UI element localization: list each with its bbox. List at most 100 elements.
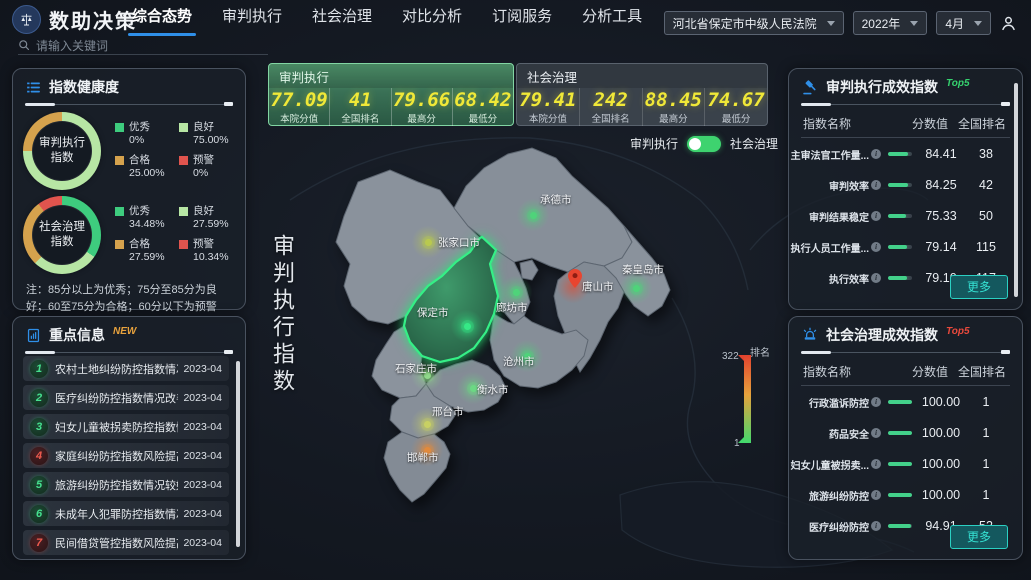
info-icon[interactable]: i (871, 211, 881, 221)
item-number-badge: 4 (30, 447, 48, 465)
score-value: 79.14 (918, 240, 964, 254)
index-name-text: 主审法官工作量... (791, 147, 869, 162)
city-label: 保定市 (417, 305, 449, 320)
city-dot[interactable] (470, 385, 477, 392)
hebei-regions (336, 148, 670, 502)
rank-row[interactable]: 审判结果稳定i75.3350 (789, 201, 1022, 231)
info-icon[interactable]: i (871, 459, 881, 469)
score-bar (888, 152, 912, 156)
key-info-item[interactable]: 5旅游纠纷防控指数情况较好提示2023-04 (23, 472, 229, 497)
city-label: 廊坊市 (496, 300, 528, 315)
item-date: 2023-04 (183, 421, 222, 433)
city-dot[interactable] (530, 212, 537, 219)
city-label: 沧州市 (503, 354, 535, 369)
user-icon[interactable] (1000, 15, 1017, 32)
nav-tab-对比分析[interactable]: 对比分析 (402, 0, 462, 38)
more-button[interactable]: 更多 (950, 275, 1008, 299)
stat-label: 本院分值 (517, 111, 579, 125)
key-info-item[interactable]: 6未成年人犯罪防控指数情况改善提示2023-04 (23, 501, 229, 526)
gavel-icon (801, 78, 819, 96)
nav-tab-分析工具[interactable]: 分析工具 (582, 0, 642, 38)
index-name: 妇女儿童被拐卖...i (803, 457, 881, 472)
info-icon[interactable]: i (871, 149, 881, 159)
city-dot[interactable] (633, 285, 640, 292)
item-text: 家庭纠纷防控指数风险提高预警 (55, 448, 178, 464)
info-icon[interactable]: i (871, 521, 881, 531)
map-vertical-title: 审判执行指数 (266, 234, 298, 396)
map-mode-toggle[interactable] (687, 136, 721, 152)
score-bar (888, 183, 912, 187)
court-select[interactable]: 河北省保定市中级人民法院 (664, 11, 844, 35)
donut-center: 社会治理指数 (32, 205, 92, 265)
stat-card-title: 审判执行 (269, 64, 513, 88)
court-select-value: 河北省保定市中级人民法院 (673, 15, 817, 32)
score-bar (888, 462, 912, 466)
key-info-item[interactable]: 4家庭纠纷防控指数风险提高预警2023-04 (23, 443, 229, 468)
month-select[interactable]: 4月 (936, 11, 991, 35)
nav-tab-订阅服务[interactable]: 订阅服务 (492, 0, 552, 38)
legend-text: 良好27.59% (193, 205, 229, 231)
rank-row[interactable]: 执行人员工作量...i79.14115 (789, 232, 1022, 262)
key-info-list: 1农村土地纠纷防控指数情况改善提示2023-04 2医疗纠纷防控指数情况改善提示2… (13, 356, 245, 555)
item-number-badge: 3 (30, 418, 48, 436)
city-dot[interactable] (425, 239, 432, 246)
rank-row[interactable]: 行政滥诉防控i100.001 (789, 387, 1022, 417)
nav-tab-综合态势[interactable]: 综合态势 (132, 0, 192, 38)
header-divider (25, 348, 233, 356)
score-bar-fill (888, 431, 912, 435)
toggle-right-label: 社会治理 (730, 135, 778, 152)
rank-row[interactable]: 药品安全i100.001 (789, 418, 1022, 448)
stat-value: 79.66 (392, 89, 452, 111)
scrollbar[interactable] (1014, 83, 1018, 297)
table-header: 指数名称分数值全国排名 (789, 108, 1022, 137)
nav-tab-社会治理[interactable]: 社会治理 (312, 0, 372, 38)
top5-badge: Top5 (946, 78, 970, 89)
key-info-panel: 重点信息 NEW 1农村土地纠纷防控指数情况改善提示2023-042医疗纠纷防控… (12, 316, 246, 560)
rank-rows: 行政滥诉防控i100.001药品安全i100.001妇女儿童被拐卖...i100… (789, 387, 1022, 541)
score-value: 100.00 (918, 395, 964, 409)
more-button[interactable]: 更多 (950, 525, 1008, 549)
app-title: 数助决策 (49, 5, 137, 34)
col-index-name: 指数名称 (803, 115, 904, 132)
city-label: 石家庄市 (395, 361, 437, 376)
info-icon[interactable]: i (871, 273, 881, 283)
city-label: 邢台市 (432, 404, 464, 419)
search-input[interactable]: 请输入关键词 (18, 36, 268, 55)
stat-label: 全国排名 (330, 111, 390, 125)
key-info-item[interactable]: 2医疗纠纷防控指数情况改善提示2023-04 (23, 385, 229, 410)
info-icon[interactable]: i (871, 242, 881, 252)
score-value: 100.00 (918, 488, 964, 502)
score-value: 75.33 (918, 209, 964, 223)
stat-cell-全国排名: 242全国排名 (580, 88, 643, 126)
rank-row[interactable]: 旅游纠纷防控i100.001 (789, 480, 1022, 510)
city-label: 承德市 (540, 192, 572, 207)
donut-legend: 优秀0%良好75.00%合格25.00%预警0% (115, 121, 237, 181)
nav-tab-审判执行[interactable]: 审判执行 (222, 0, 282, 38)
rank-row[interactable]: 妇女儿童被拐卖...i100.001 (789, 449, 1022, 479)
stat-card-values: 77.09本院分值41全国排名79.66最高分68.42最低分 (269, 88, 513, 126)
legend-swatch (115, 240, 124, 249)
rank-row[interactable]: 主审法官工作量...i84.4138 (789, 139, 1022, 169)
scrollbar[interactable] (236, 361, 240, 547)
year-select[interactable]: 2022年 (853, 11, 928, 35)
rank-row[interactable]: 审判效率i84.2542 (789, 170, 1022, 200)
index-name: 执行效率i (803, 271, 881, 286)
legend-swatch (115, 207, 124, 216)
legend-item-优秀: 优秀0% (115, 121, 173, 147)
score-bar-fill (888, 214, 906, 218)
info-icon[interactable]: i (871, 428, 881, 438)
city-dot[interactable] (513, 289, 520, 296)
info-icon[interactable]: i (871, 180, 881, 190)
key-info-item[interactable]: 7民间借贷管控指数风险提高预警2023-04 (23, 530, 229, 555)
stat-card-社会治理: 社会治理79.41本院分值242全国排名88.45最高分74.67最低分 (516, 63, 768, 126)
stat-cell-本院分值: 77.09本院分值 (269, 88, 330, 126)
info-icon[interactable]: i (871, 490, 881, 500)
city-dot[interactable] (424, 421, 431, 428)
trial-execution-rank-panel: 审判执行成效指数 Top5 指数名称分数值全国排名 主审法官工作量...i84.… (788, 68, 1023, 310)
col-national-rank: 全国排名 (956, 363, 1008, 380)
key-info-item[interactable]: 1农村土地纠纷防控指数情况改善提示2023-04 (23, 356, 229, 381)
city-dot[interactable] (464, 323, 471, 330)
key-info-item[interactable]: 3妇女儿童被拐卖防控指数情况较好提示2023-04 (23, 414, 229, 439)
info-icon[interactable]: i (871, 397, 881, 407)
national-rank: 1 (964, 457, 1008, 471)
